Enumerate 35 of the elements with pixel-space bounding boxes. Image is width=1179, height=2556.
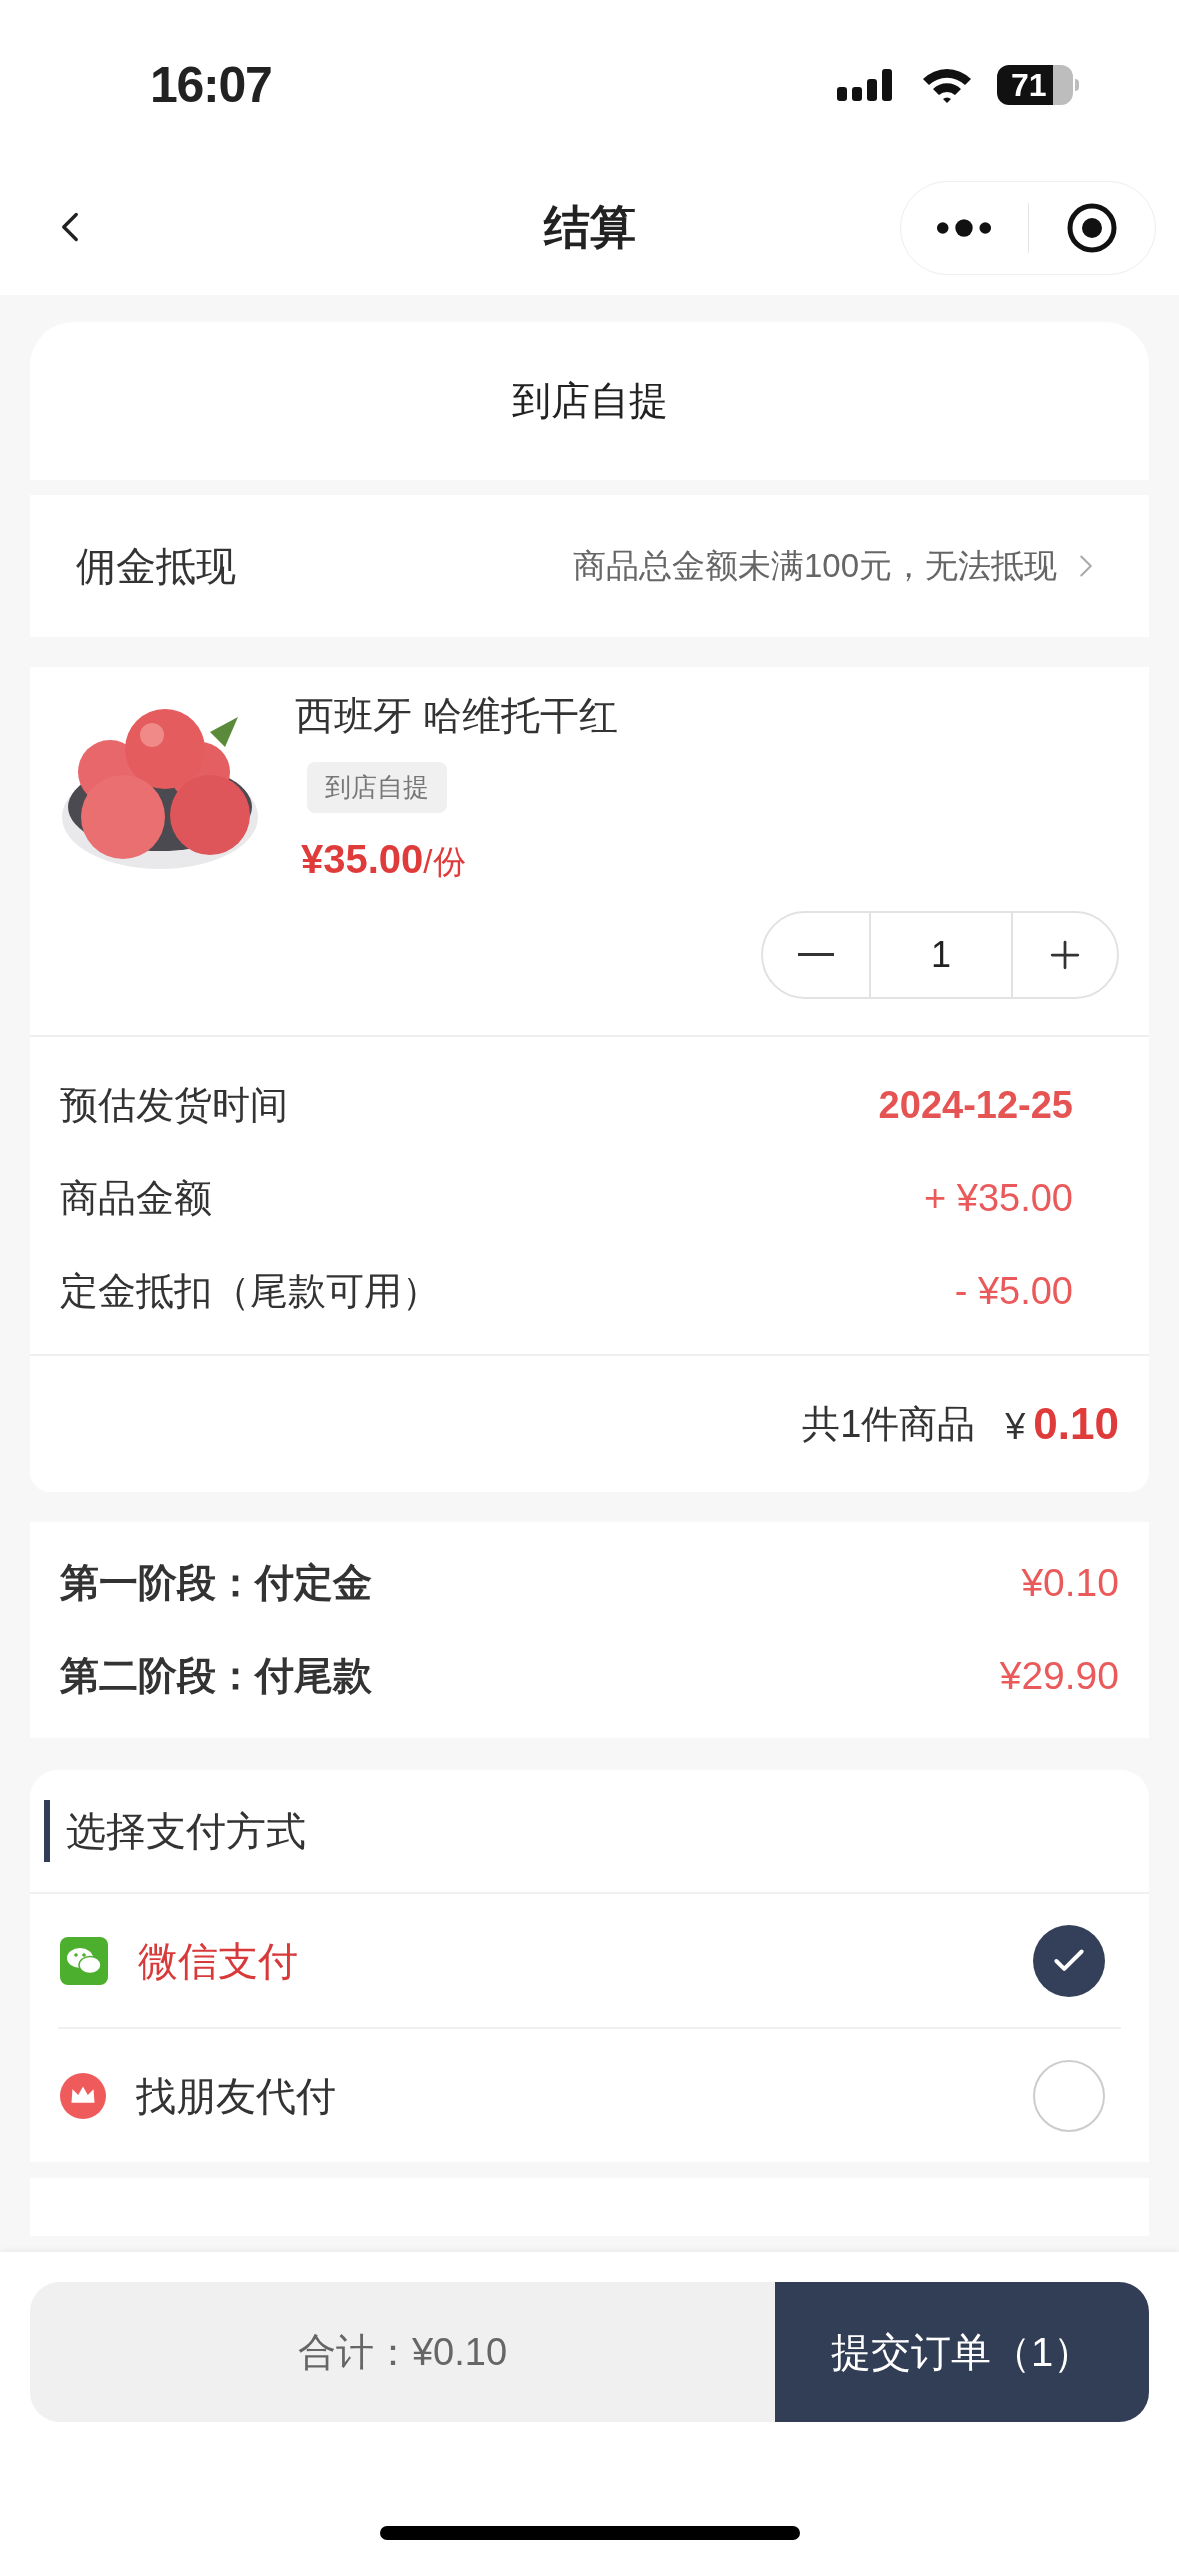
payment-label: 找朋友代付 bbox=[136, 2072, 336, 2120]
product-tag: 到店自提 bbox=[307, 761, 447, 813]
more-dots-icon bbox=[935, 218, 994, 238]
stage-amount: ¥29.90 bbox=[999, 1653, 1119, 1700]
payment-title: 选择支付方式 bbox=[66, 1808, 306, 1855]
commission-card[interactable]: 佣金抵现 商品总金额未满100元，无法抵现 bbox=[30, 495, 1149, 637]
stage-label: 第二阶段：付尾款 bbox=[60, 1653, 372, 1700]
submit-order-button[interactable]: 提交订单（1） bbox=[775, 2282, 1149, 2422]
chat-bubbles-icon bbox=[60, 1936, 108, 1985]
status-time: 16:07 bbox=[150, 55, 272, 115]
detail-label: 预估发货时间 bbox=[60, 1083, 288, 1128]
payment-label: 微信支付 bbox=[138, 1937, 298, 1985]
detail-value: - ¥5.00 bbox=[954, 1269, 1073, 1314]
crown-icon bbox=[60, 2072, 106, 2119]
detail-label: 定金抵扣（尾款可用） bbox=[60, 1269, 440, 1314]
detail-value: + ¥35.00 bbox=[924, 1176, 1073, 1221]
page-title: 结算 bbox=[543, 200, 636, 255]
stage-amount: ¥0.10 bbox=[1021, 1560, 1119, 1607]
commission-label: 佣金抵现 bbox=[76, 543, 236, 590]
target-icon bbox=[1065, 202, 1118, 254]
radio-unchecked[interactable] bbox=[1033, 2059, 1105, 2132]
detail-value: 2024-12-25 bbox=[878, 1083, 1073, 1128]
delivery-method: 到店自提 bbox=[511, 377, 668, 424]
product-name: 西班牙 哈维托干红 bbox=[295, 693, 619, 739]
footer-total: 合计：¥0.10 bbox=[297, 2329, 508, 2375]
wifi-icon bbox=[921, 66, 973, 104]
item-count: 共1件商品 bbox=[802, 1401, 976, 1447]
commission-note: 商品总金额未满100元，无法抵现 bbox=[572, 546, 1057, 587]
payment-option[interactable]: 微信支付 bbox=[30, 1894, 1149, 2027]
product-price: ¥35.00/份 bbox=[301, 835, 467, 883]
stage-label: 第一阶段：付定金 bbox=[60, 1560, 372, 1607]
payment-option[interactable]: 找朋友代付 bbox=[30, 2029, 1149, 2162]
order-total: ¥ 0.10 bbox=[1005, 1398, 1119, 1450]
battery-level-text: 71 bbox=[1011, 69, 1047, 101]
detail-label: 商品金额 bbox=[60, 1176, 212, 1221]
